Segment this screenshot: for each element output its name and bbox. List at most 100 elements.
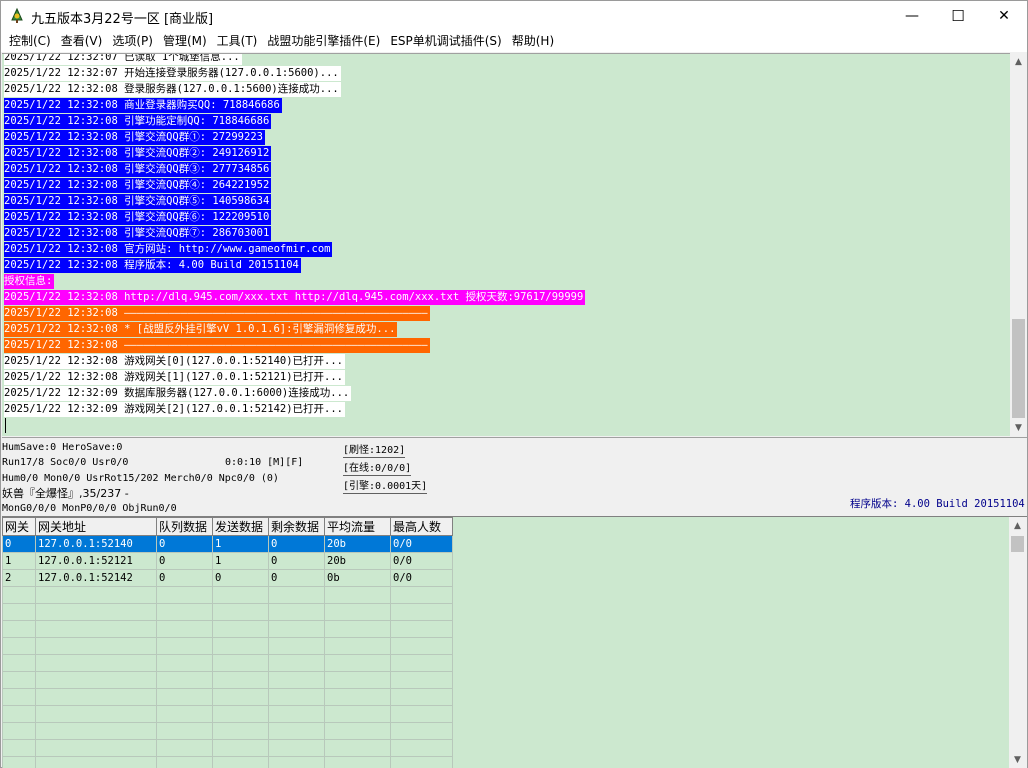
- close-icon: ✕: [998, 8, 1010, 24]
- gates-empty-cell: [268, 705, 325, 723]
- grid-scroll-thumb[interactable]: [1011, 536, 1024, 552]
- gates-column-header[interactable]: 剩余数据: [268, 517, 325, 536]
- log-line: 2025/1/22 12:32:09 数据库服务器(127.0.0.1:6000…: [4, 386, 352, 401]
- gates-column-header[interactable]: 发送数据: [212, 517, 269, 536]
- gates-cell: 0/0: [390, 535, 453, 553]
- gates-empty-cell: [268, 756, 325, 768]
- log-line: 2025/1/22 12:32:08 引擎功能定制QQ: 718846686: [4, 114, 272, 129]
- gates-cell: 127.0.0.1:52140: [35, 535, 157, 553]
- log-line: 2025/1/22 12:32:08 引擎交流QQ群⑥: 122209510: [4, 210, 272, 225]
- close-button[interactable]: ✕: [981, 1, 1027, 31]
- log-line: 2025/1/22 12:32:08 程序版本: 4.00 Build 2015…: [4, 258, 301, 273]
- text-caret: [5, 418, 6, 433]
- gates-empty-cell: [35, 671, 157, 689]
- gates-empty-cell: [324, 603, 391, 621]
- refresh-monster-label: [刷怪:1202]: [343, 445, 406, 458]
- menu-view[interactable]: 查看(V): [56, 31, 108, 52]
- log-line: 2025/1/22 12:32:08 官方网站: http://www.game…: [4, 242, 333, 257]
- gates-empty-cell: [156, 654, 213, 672]
- gates-empty-cell: [390, 654, 453, 672]
- menu-engine-plugin[interactable]: 战盟功能引擎插件(E): [262, 31, 385, 52]
- gates-cell: 0: [268, 569, 325, 587]
- gates-empty-cell: [390, 586, 453, 604]
- gates-empty-row: [2, 705, 453, 723]
- log-line: 2025/1/22 12:32:08 商业登录器购买QQ: 718846686: [4, 98, 282, 113]
- menu-options[interactable]: 选项(P): [107, 31, 158, 52]
- grid-scroll-down-icon[interactable]: ▼: [1009, 751, 1026, 768]
- gates-empty-cell: [324, 722, 391, 740]
- log-scroll-thumb[interactable]: [1012, 319, 1025, 418]
- scroll-up-icon[interactable]: ▲: [1010, 53, 1027, 70]
- minimize-button[interactable]: —: [889, 1, 935, 31]
- gates-empty-row: [2, 688, 453, 706]
- gates-row[interactable]: 0 127.0.0.1:52140 0 1 0 20b 0/0: [2, 535, 453, 553]
- gates-row[interactable]: 1 127.0.0.1:52121 0 1 0 20b 0/0: [2, 552, 453, 570]
- gates-empty-cell: [156, 739, 213, 757]
- gates-empty-cell: [35, 603, 157, 621]
- gates-cell: 0/0: [390, 569, 453, 587]
- gates-empty-cell: [324, 637, 391, 655]
- gates-empty-cell: [212, 688, 269, 706]
- status-counts: Hum0/0 Mon0/0 UsrRot15/202 Merch0/0 Npc0…: [2, 473, 279, 484]
- log-line: 2025/1/22 12:32:08 引擎交流QQ群④: 264221952: [4, 178, 272, 193]
- gates-empty-cell: [156, 688, 213, 706]
- gates-empty-cell: [156, 722, 213, 740]
- gates-cell: 0: [156, 569, 213, 587]
- gates-empty-cell: [2, 671, 36, 689]
- gates-empty-cell: [156, 705, 213, 723]
- log-line: 2025/1/22 12:32:08 —————————————————————…: [4, 338, 430, 353]
- scroll-down-icon[interactable]: ▼: [1010, 419, 1027, 436]
- log-line: 2025/1/22 12:32:08 —————————————————————…: [4, 306, 430, 321]
- gates-table[interactable]: 网关 网关地址 队列数据 发送数据 剩余数据 平均流量 最高人数 0 127.0.0.1:52…: [2, 517, 453, 768]
- gates-empty-cell: [2, 705, 36, 723]
- log-line: 2025/1/22 12:32:09 游戏网关[2](127.0.0.1:521…: [4, 402, 346, 417]
- gates-empty-cell: [390, 637, 453, 655]
- log-output[interactable]: 2025/1/22 12:32:07 已读取 1个城堡信息... 2025/1/2…: [2, 53, 1010, 436]
- log-line: 2025/1/22 12:32:08 游戏网关[1](127.0.0.1:521…: [4, 370, 346, 385]
- gates-empty-cell: [212, 756, 269, 768]
- gates-cell: 2: [2, 569, 36, 587]
- gates-cell: 0: [156, 552, 213, 570]
- gates-empty-row: [2, 654, 453, 672]
- gates-column-header[interactable]: 网关: [2, 517, 36, 536]
- log-scrollbar[interactable]: ▲ ▼: [1010, 53, 1027, 436]
- log-line: 2025/1/22 12:32:08 引擎交流QQ群①: 27299223: [4, 130, 265, 145]
- status-monster: 妖兽『全爆怪』,35/237 -: [2, 487, 129, 500]
- gates-cell: 1: [212, 552, 269, 570]
- gates-column-header[interactable]: 最高人数: [390, 517, 453, 536]
- gates-cell: 0: [212, 569, 269, 587]
- gates-row[interactable]: 2 127.0.0.1:52142 0 0 0 0b 0/0: [2, 569, 453, 587]
- menu-manage[interactable]: 管理(M): [158, 31, 212, 52]
- gates-empty-cell: [268, 620, 325, 638]
- app-icon: [11, 7, 23, 23]
- gates-empty-cell: [324, 705, 391, 723]
- gates-empty-cell: [268, 586, 325, 604]
- gates-empty-cell: [212, 739, 269, 757]
- gates-empty-cell: [2, 586, 36, 604]
- grid-scrollbar[interactable]: ▲ ▼: [1009, 516, 1027, 768]
- gates-cell: 127.0.0.1:52142: [35, 569, 157, 587]
- gates-empty-cell: [2, 739, 36, 757]
- gates-empty-cell: [156, 756, 213, 768]
- gates-empty-row: [2, 637, 453, 655]
- title-bar[interactable]: 九五版本3月22号一区 [商业版] — ☐ ✕: [1, 1, 1027, 31]
- gates-column-header[interactable]: 网关地址: [35, 517, 157, 536]
- gates-empty-cell: [156, 671, 213, 689]
- gates-grid[interactable]: 网关 网关地址 队列数据 发送数据 剩余数据 平均流量 最高人数 0 127.0.0.1:52…: [2, 516, 1009, 768]
- maximize-button[interactable]: ☐: [935, 1, 981, 31]
- grid-scroll-up-icon[interactable]: ▲: [1009, 517, 1026, 534]
- gates-empty-row: [2, 671, 453, 689]
- menu-help[interactable]: 帮助(H): [507, 31, 559, 52]
- menu-control[interactable]: 控制(C): [4, 31, 56, 52]
- gates-empty-cell: [212, 586, 269, 604]
- log-line: 2025/1/22 12:32:08 引擎交流QQ群③: 277734856: [4, 162, 272, 177]
- gates-empty-cell: [390, 756, 453, 768]
- menu-esp-debug-plugin[interactable]: ESP单机调试插件(S): [385, 31, 506, 52]
- gates-column-header[interactable]: 队列数据: [156, 517, 213, 536]
- menu-tools[interactable]: 工具(T): [212, 31, 263, 52]
- gates-empty-cell: [268, 722, 325, 740]
- gates-empty-cell: [324, 620, 391, 638]
- gates-column-header[interactable]: 平均流量: [324, 517, 391, 536]
- gates-empty-cell: [390, 722, 453, 740]
- gates-cell: 0: [268, 552, 325, 570]
